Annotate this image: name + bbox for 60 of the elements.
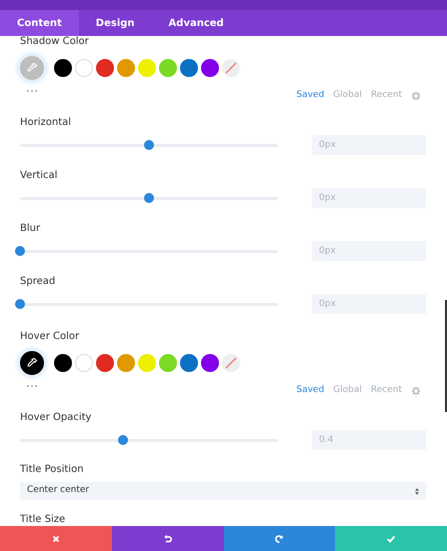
palette-tab[interactable]: Saved [296, 384, 324, 398]
field-label: Hover Color [20, 331, 80, 343]
slider-thumb[interactable] [144, 140, 154, 150]
no-color-swatch[interactable] [222, 59, 240, 77]
slider-thumb[interactable] [15, 298, 25, 308]
tab[interactable]: Advanced [152, 10, 241, 36]
tab[interactable]: Design [78, 10, 152, 36]
slider-thumb[interactable] [118, 434, 128, 444]
settings-icon[interactable] [411, 386, 421, 396]
color-swatch[interactable] [138, 354, 156, 372]
check-icon [386, 534, 396, 544]
color-picker-button[interactable] [18, 349, 46, 377]
color-swatch[interactable] [54, 59, 72, 77]
tab[interactable]: Content [0, 10, 79, 36]
color-swatch[interactable] [138, 59, 156, 77]
close-icon [50, 534, 61, 544]
palette-tab[interactable]: Global [333, 89, 362, 103]
field-label: Horizontal [20, 117, 72, 129]
slider-thumb[interactable] [15, 246, 25, 256]
input-field[interactable]: 0px [312, 188, 426, 208]
color-swatch[interactable] [201, 354, 219, 372]
updown-icon [415, 488, 419, 494]
color-swatch[interactable] [159, 354, 177, 372]
settings-icon[interactable] [411, 91, 421, 101]
color-swatch[interactable] [54, 354, 72, 372]
eyedropper-icon [26, 62, 38, 74]
color-swatch[interactable] [117, 354, 135, 372]
eyedropper-icon [26, 357, 38, 369]
input-field[interactable]: 0.4 [312, 430, 426, 450]
color-swatch[interactable] [96, 354, 114, 372]
palette-tab[interactable]: Recent [370, 89, 402, 103]
input-field[interactable]: 0px [312, 241, 426, 261]
palette-tab[interactable]: Saved [296, 89, 324, 103]
undo-icon [162, 534, 173, 544]
color-swatch[interactable] [180, 59, 198, 77]
color-swatch[interactable] [180, 354, 198, 372]
palette-tab[interactable]: Recent [370, 384, 402, 398]
color-picker-button[interactable] [18, 54, 46, 82]
redo-icon [274, 534, 284, 544]
color-swatch[interactable] [201, 59, 219, 77]
color-swatch[interactable] [75, 354, 93, 372]
field-label: Blur [20, 223, 40, 235]
field-label: Spread [20, 276, 56, 288]
select-value: Center center [27, 484, 90, 498]
color-swatch[interactable] [96, 59, 114, 77]
color-swatch[interactable] [159, 59, 177, 77]
input-field[interactable]: 0px [312, 294, 426, 314]
field-label: Shadow Color [20, 36, 89, 48]
no-color-swatch[interactable] [222, 354, 240, 372]
field-label: Title Size [20, 514, 66, 526]
field-label: Title Position [20, 464, 84, 476]
field-label: Hover Opacity [20, 412, 92, 424]
color-swatch[interactable] [75, 59, 93, 77]
field-label: Vertical [20, 170, 58, 182]
palette-tab[interactable]: Global [333, 384, 362, 398]
color-swatch[interactable] [117, 59, 135, 77]
slider-thumb[interactable] [144, 192, 154, 202]
select-field[interactable]: Center center [20, 482, 426, 500]
input-field[interactable]: 0px [312, 135, 426, 155]
scrollbar[interactable] [445, 300, 447, 412]
